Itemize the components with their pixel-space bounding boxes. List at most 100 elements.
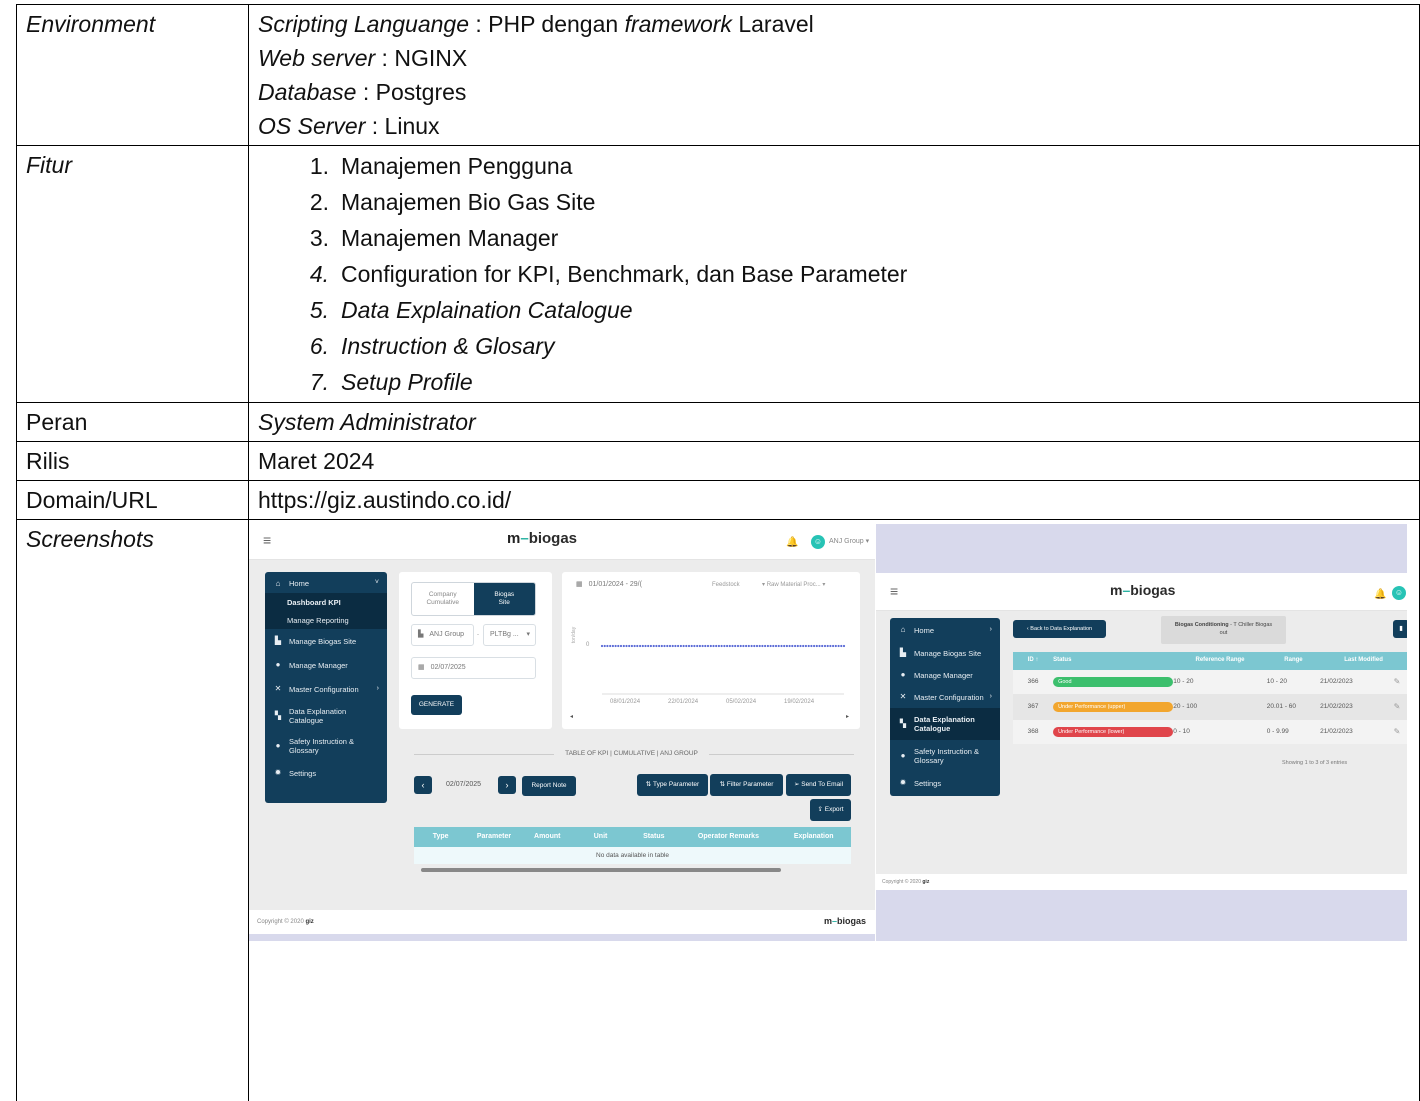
bell-icon[interactable]: 🔔 [786, 537, 798, 549]
column-header[interactable]: Operator Remarks [680, 833, 776, 841]
sidebar-item-home[interactable]: ⌂ Home › [890, 618, 1000, 642]
column-header[interactable]: Last Modified [1320, 657, 1407, 664]
sidebar-item-settings[interactable]: ✹ Settings [265, 761, 387, 785]
sidebar-item-master-config[interactable]: ✕ Master Configuration › [265, 677, 387, 701]
chart-point [658, 644, 661, 648]
chart-point [671, 644, 674, 648]
sidebar-item-manage-manager[interactable]: ● Manage Manager [890, 664, 1000, 686]
sidebar-item-home[interactable]: ⌂ Home ˅ [265, 574, 387, 593]
group-select[interactable]: ▙ ANJ Group [411, 624, 474, 646]
column-header[interactable]: Status [627, 833, 680, 841]
y-axis-unit: ton/day [571, 626, 578, 644]
send-email-button[interactable]: ➢ Send To Email [786, 774, 851, 796]
users-icon: ● [275, 741, 281, 751]
sidebar-item-data-explanation[interactable]: ▚ Data Explanation Catalogue [265, 701, 387, 731]
chart-point [794, 644, 797, 648]
sidebar-item-settings[interactable]: ✹ Settings [890, 772, 1000, 794]
sidebar-item-master-config[interactable]: ✕ Master Configuration › [890, 686, 1000, 708]
site-select[interactable]: PLTBg ... ▾ [483, 624, 536, 646]
app-logo: m–biogas [507, 530, 578, 547]
prev-date-button[interactable]: ‹ [414, 776, 432, 794]
chart-point [742, 644, 745, 648]
sidebar-item-safety[interactable]: ● Safety Instruction & Glossary [890, 740, 1000, 772]
send-icon: ➢ [793, 781, 800, 788]
scroll-right-icon[interactable]: ▸ [846, 714, 849, 721]
back-button[interactable]: ‹ Back to Data Explanation [1013, 620, 1106, 638]
feature-num: 5. [309, 297, 329, 323]
label-peran: Peran [16, 402, 249, 442]
column-header[interactable]: Type [414, 833, 467, 841]
mode-toggle[interactable]: Company Cumulative Biogas Site [411, 582, 536, 616]
column-header[interactable]: Explanation [776, 833, 851, 841]
column-header[interactable]: Unit [574, 833, 627, 841]
label-rilis: Rilis [16, 441, 249, 481]
sidebar-item-data-explanation[interactable]: ▚ Data Explanation Catalogue [890, 708, 1000, 740]
file-button[interactable]: ▮ [1393, 620, 1407, 638]
sidebar-label: Master Configuration [289, 684, 359, 694]
edit-icon[interactable]: ✎ [1394, 727, 1407, 737]
row-id: 368 [1027, 728, 1039, 736]
table-scrollbar[interactable] [421, 868, 781, 872]
chart-point [823, 644, 827, 648]
export-button[interactable]: ⇪ Export [810, 799, 851, 821]
table-row[interactable]: 366 Good 10 - 20 10 - 20 21/02/2023 ✎ [1013, 670, 1407, 694]
sidebar-item-manage-reporting[interactable]: Manage Reporting [265, 611, 387, 629]
column-header[interactable]: Amount [521, 833, 574, 841]
sidebar-item-manage-biogas[interactable]: ▙ Manage Biogas Site [265, 629, 387, 653]
table-row[interactable]: 367 Under Performance (upper) 20 - 100 2… [1013, 694, 1407, 720]
user-avatar-icon[interactable]: ☺ [1392, 586, 1406, 600]
chart-point [655, 644, 658, 648]
column-header[interactable]: ID ↑ [1013, 657, 1053, 664]
chart-point [660, 644, 663, 648]
chart-point [687, 644, 691, 648]
column-header[interactable]: Range [1267, 657, 1320, 664]
sidebar-label: Glossary [914, 756, 944, 765]
edit-icon[interactable]: ✎ [1394, 702, 1407, 712]
sidebar-label: Settings [914, 778, 942, 788]
column-header[interactable]: Status [1053, 657, 1173, 664]
sidebar-item-manage-biogas[interactable]: ▙ Manage Biogas Site [890, 642, 1000, 664]
chart-point [813, 644, 816, 648]
toggle-biogas-site[interactable]: Biogas Site [473, 583, 535, 615]
next-date-button[interactable]: › [498, 776, 516, 794]
type-parameter-button[interactable]: ⇅ Type Parameter [637, 774, 708, 796]
toggle-company-cumulative[interactable]: Company Cumulative [412, 583, 474, 615]
feature-text: Manajemen Pengguna [341, 153, 573, 179]
scroll-left-icon[interactable]: ◂ [570, 714, 573, 721]
hamburger-icon[interactable]: ≡ [890, 583, 898, 600]
column-header[interactable]: Reference Range [1173, 657, 1266, 664]
filter-parameter-button[interactable]: ⇅ Filter Parameter [710, 774, 783, 796]
chart-point [606, 644, 609, 648]
status-badge: Under Performance (upper) [1053, 701, 1174, 713]
edit-icon[interactable]: ✎ [1394, 677, 1407, 687]
sidebar-item-dashboard-kpi[interactable]: Dashboard KPI [265, 593, 387, 611]
context-label: Biogas Conditioning - T Chiller Biogas ou… [1161, 616, 1286, 644]
chart-point [785, 644, 788, 648]
env-value: : NGINX [375, 45, 468, 71]
screenshots-cell: ≡ m–biogas 🔔 ☺ ANJ Group ▾ ⌂ Home ˅ Dashbo… [248, 519, 1420, 1101]
row-rilis: Rilis Maret 2024 [16, 441, 1420, 481]
feature-text: Data Explaination Catalogue [341, 297, 633, 323]
hamburger-icon[interactable]: ≡ [263, 532, 271, 549]
chart-point [745, 644, 748, 648]
sidebar-label: Home [289, 579, 310, 588]
table-row[interactable]: 368 Under Performance (lower) 0 - 10 0 -… [1013, 720, 1407, 744]
file-icon: ▮ [1399, 625, 1403, 632]
user-menu[interactable]: ANJ Group ▾ [829, 538, 869, 546]
bell-icon[interactable]: 🔔 [1374, 589, 1386, 601]
date-input[interactable]: ▦ 02/07/2025 [411, 657, 536, 679]
bottom-strip [876, 890, 1407, 941]
user-avatar-icon[interactable]: ☺ [811, 535, 825, 549]
chart-point [764, 644, 767, 648]
chevron-down-icon: ˅ [374, 579, 379, 587]
report-note-button[interactable]: Report Note [522, 776, 576, 796]
row-screenshots: Screenshots ≡ m–biogas 🔔 ☺ ANJ Group ▾ ⌂… [16, 519, 1420, 1101]
empty-table-message: No data available in table [414, 847, 851, 864]
toggle-label: Company [428, 591, 457, 598]
feature-item: 3. Manajemen Manager [294, 220, 1410, 256]
sidebar-item-manage-manager[interactable]: ● Manage Manager [265, 653, 387, 677]
chart-point [747, 644, 750, 648]
column-header[interactable]: Parameter [467, 833, 520, 841]
generate-button[interactable]: GENERATE [411, 695, 462, 715]
sidebar-item-safety[interactable]: ● Safety Instruction & Glossary [265, 731, 387, 761]
